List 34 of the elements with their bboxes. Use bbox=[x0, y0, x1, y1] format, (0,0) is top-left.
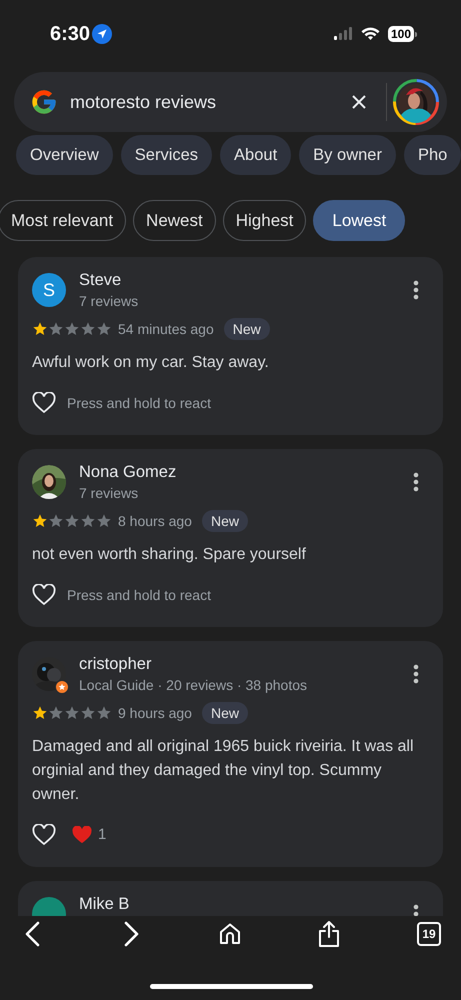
tab[interactable]: Overview bbox=[16, 135, 113, 175]
review-time: 54 minutes ago bbox=[118, 320, 214, 339]
review-time: 8 hours ago bbox=[118, 512, 192, 531]
review-text: Damaged and all original 1965 buick riveiria. It was all orginial and they damaged the vinyl top. Scummy owner. bbox=[32, 737, 415, 805]
reviewer-meta: 7 reviews bbox=[79, 292, 140, 311]
reviewer-name: cristopher bbox=[79, 654, 152, 675]
reviewer-name: Mike B bbox=[79, 894, 130, 915]
clock: 6:30 bbox=[50, 22, 90, 47]
review-text: Awful work on my car. Stay away. bbox=[32, 353, 270, 373]
tab-count-button[interactable]: 19 bbox=[417, 922, 441, 946]
sort-chip[interactable]: Lowest bbox=[313, 200, 406, 241]
new-badge: New bbox=[224, 318, 270, 340]
review-text: not even worth sharing. Spare yourself bbox=[32, 545, 307, 565]
reviewer-meta: 7 reviews bbox=[79, 484, 140, 503]
tab[interactable]: About bbox=[220, 135, 292, 175]
battery-icon: 100 bbox=[388, 26, 417, 42]
user-avatar: S bbox=[32, 273, 66, 307]
sort-chip[interactable]: Newest bbox=[133, 200, 216, 241]
reviewer-name: Nona Gomez bbox=[79, 462, 178, 483]
search-query: motoresto reviews bbox=[70, 90, 218, 114]
reviewer-meta: Local Guide · 20 reviews · 38 photos bbox=[79, 676, 308, 695]
sort-chip[interactable]: Most relevant bbox=[0, 200, 126, 241]
search-bar[interactable]: motoresto reviews bbox=[14, 72, 447, 132]
tab[interactable]: Pho bbox=[404, 135, 461, 175]
new-badge: New bbox=[202, 510, 248, 532]
new-badge: New bbox=[202, 702, 248, 724]
sort-chip[interactable]: Highest bbox=[222, 200, 306, 241]
review-time: 9 hours ago bbox=[118, 704, 192, 723]
react-hint: Press and hold to react bbox=[67, 586, 211, 604]
reviewer-name: Steve bbox=[79, 270, 122, 291]
reaction-count: 1 bbox=[98, 824, 106, 845]
tab[interactable]: By owner bbox=[299, 135, 396, 175]
react-hint: Press and hold to react bbox=[67, 394, 211, 412]
tab[interactable]: Services bbox=[120, 135, 212, 175]
